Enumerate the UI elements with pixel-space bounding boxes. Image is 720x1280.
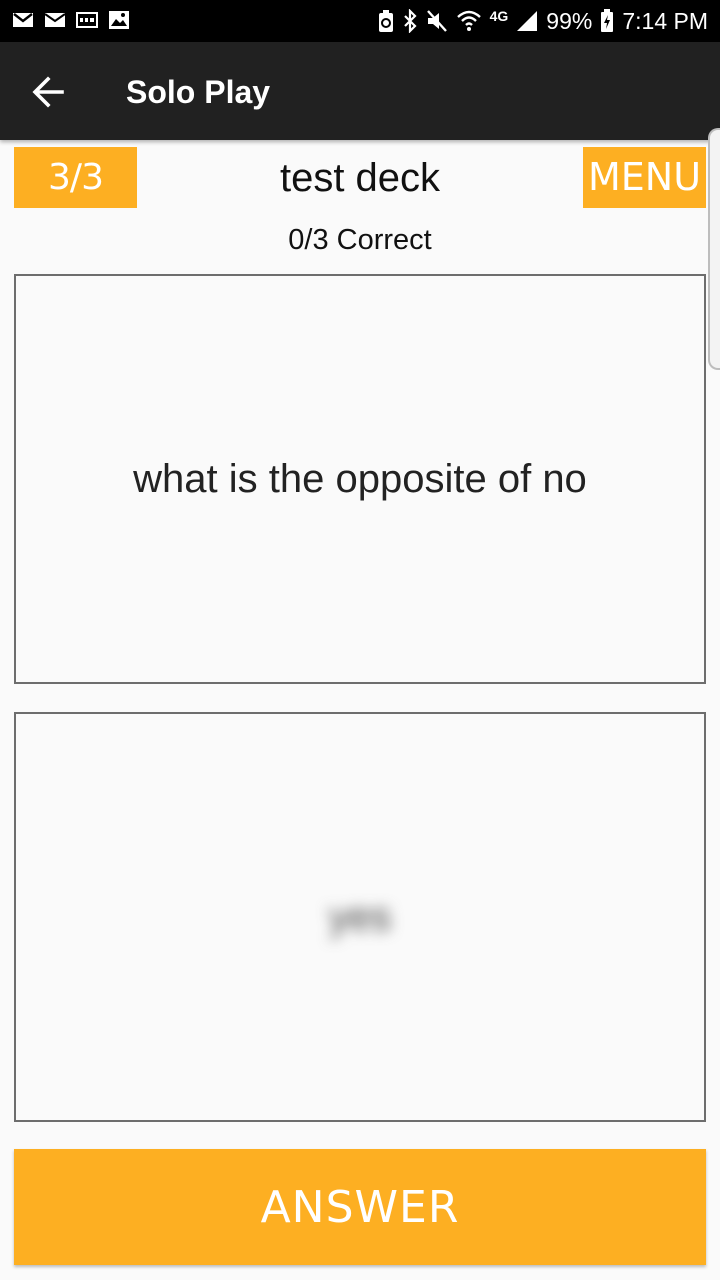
network-type: 4G — [489, 8, 509, 24]
notification-icons — [12, 9, 130, 33]
score-text: 0/3 Correct — [288, 224, 432, 256]
wifi-icon — [456, 10, 481, 31]
menu-button[interactable]: MENU — [583, 147, 706, 208]
hidden-answer-text: yes — [328, 894, 392, 939]
signal-icon — [517, 11, 538, 31]
bluetooth-icon — [403, 9, 417, 33]
app-bar: Solo Play — [0, 42, 720, 140]
arrow-left-icon — [32, 76, 64, 108]
system-status: 4G 99% 7:14 PM — [378, 0, 708, 42]
status-bar: 4G 99% 7:14 PM — [0, 0, 720, 42]
image-icon — [109, 11, 129, 29]
answer-card[interactable]: yes — [14, 712, 706, 1122]
app-title: Solo Play — [126, 74, 271, 110]
mute-icon — [426, 10, 447, 32]
card-progress-badge: 3/3 — [14, 147, 137, 208]
question-text: what is the opposite of no — [133, 456, 587, 501]
gmail-icon — [13, 13, 33, 27]
email-icon — [44, 13, 66, 27]
clock: 7:14 PM — [622, 7, 708, 34]
answer-button[interactable]: ANSWER — [14, 1149, 706, 1265]
battery-percent: 99% — [546, 7, 593, 34]
deck-title: test deck — [279, 156, 441, 200]
back-button[interactable] — [24, 67, 72, 115]
question-card: what is the opposite of no — [14, 274, 706, 684]
battery-saver-icon — [378, 10, 393, 32]
edge-panel-handle[interactable] — [708, 128, 720, 370]
battery-icon — [601, 9, 614, 32]
voicemail-icon — [76, 12, 98, 28]
